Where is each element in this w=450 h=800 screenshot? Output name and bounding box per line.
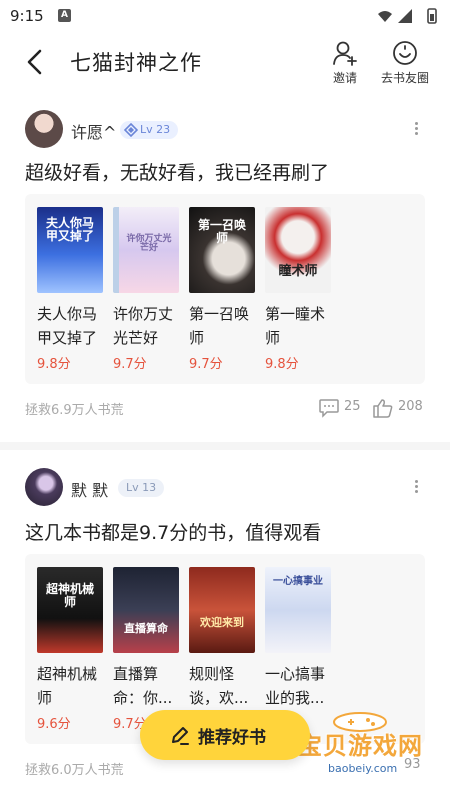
avatar[interactable] bbox=[25, 110, 63, 148]
invite-button[interactable]: 邀请 bbox=[315, 40, 375, 86]
book-score: 9.8分 bbox=[265, 357, 299, 372]
book-title: 超神机械师 bbox=[37, 665, 98, 707]
like-count: 208 bbox=[398, 399, 423, 414]
top-navigation-bar: 七猫封神之作 邀请 去书友圈 bbox=[0, 34, 450, 90]
cover-title: 第一召唤师 bbox=[197, 218, 246, 245]
recommend-book-button[interactable]: 推荐好书 bbox=[140, 710, 310, 760]
more-options-icon[interactable] bbox=[412, 120, 420, 140]
cover-title: 一心搞事业 bbox=[273, 576, 323, 587]
book-score: 9.7分 bbox=[189, 357, 223, 372]
back-arrow-icon[interactable] bbox=[22, 48, 48, 76]
system-status-icons bbox=[378, 8, 437, 24]
more-options-icon[interactable] bbox=[412, 478, 420, 498]
book-item[interactable]: 第一召唤师 第一召唤师 9.7分 bbox=[189, 207, 257, 372]
book-item[interactable]: 夫人你马甲又掉了 夫人你马甲又掉了 9.8分 bbox=[37, 207, 105, 372]
book-cover: 第一召唤师 bbox=[189, 207, 255, 293]
cover-title: 超神机械师 bbox=[45, 582, 94, 609]
pencil-icon bbox=[172, 727, 189, 745]
book-title: 规则怪谈，欢... bbox=[189, 665, 249, 707]
cover-title: 欢迎来到 bbox=[200, 616, 244, 629]
post-text: 超级好看，无敌好看，我已经再刷了 bbox=[25, 162, 330, 184]
username[interactable]: 默 默 bbox=[71, 477, 108, 501]
book-item[interactable]: 瞳术师 第一瞳术师 9.8分 bbox=[265, 207, 333, 372]
cover-title: 夫人你马甲又掉了 bbox=[45, 216, 94, 243]
watermark-url: baobeiy.com bbox=[324, 762, 402, 775]
post-card: 许愿^ Lv 23 超级好看，无敌好看，我已经再刷了 夫人你马甲又掉了 夫人你马… bbox=[0, 108, 450, 438]
recommend-book-label: 推荐好书 bbox=[198, 728, 266, 748]
rescue-count: 拯救6.0万人书荒 bbox=[25, 763, 124, 778]
book-item[interactable]: 一心搞事业 一心搞事业的我... bbox=[265, 567, 333, 713]
book-cover: 许你万丈光芒好 bbox=[113, 207, 179, 293]
level-text: Lv 23 bbox=[140, 123, 171, 136]
thumbs-up-icon bbox=[373, 399, 393, 418]
book-item[interactable]: 欢迎来到 规则怪谈，欢... bbox=[189, 567, 257, 713]
watermark-text: 宝贝游戏网 bbox=[298, 732, 423, 760]
avatar[interactable] bbox=[25, 468, 63, 506]
level-badge: Lv 13 bbox=[118, 479, 165, 497]
watermark-logo: 宝贝游戏网 baobeiy.com bbox=[290, 710, 430, 790]
book-circle-button[interactable]: 去书友圈 bbox=[375, 40, 435, 86]
book-title: 第一瞳术师 bbox=[265, 305, 326, 347]
divider bbox=[0, 442, 450, 450]
status-time: 9:15 bbox=[10, 7, 44, 25]
level-text: Lv 13 bbox=[126, 481, 157, 494]
book-cover: 直播算命 bbox=[113, 567, 179, 653]
book-item[interactable]: 直播算命 直播算命：你... 9.7分 bbox=[113, 567, 181, 732]
page-title: 七猫封神之作 bbox=[70, 51, 202, 75]
notification-app-icon: A bbox=[58, 9, 71, 22]
username[interactable]: 许愿^ bbox=[71, 119, 116, 143]
like-button[interactable]: 208 bbox=[372, 399, 423, 418]
book-cover: 夫人你马甲又掉了 bbox=[37, 207, 103, 293]
comment-icon bbox=[319, 399, 339, 418]
level-badge: Lv 23 bbox=[120, 121, 179, 139]
book-title: 许你万丈光芒好 bbox=[113, 305, 174, 347]
rescue-count: 拯救6.9万人书荒 bbox=[25, 403, 124, 418]
cover-title: 直播算命 bbox=[124, 622, 168, 635]
invite-label: 邀请 bbox=[332, 71, 357, 85]
comment-count: 25 bbox=[344, 399, 361, 414]
book-item[interactable]: 超神机械师 超神机械师 9.6分 bbox=[37, 567, 105, 732]
add-user-icon bbox=[333, 41, 357, 66]
book-list-card: 夫人你马甲又掉了 夫人你马甲又掉了 9.8分 许你万丈光芒好 许你万丈光芒好 9… bbox=[25, 194, 425, 384]
book-score: 9.6分 bbox=[37, 717, 71, 732]
book-circle-label: 去书友圈 bbox=[380, 71, 429, 85]
book-cover: 欢迎来到 bbox=[189, 567, 255, 653]
book-item[interactable]: 许你万丈光芒好 许你万丈光芒好 9.7分 bbox=[113, 207, 181, 372]
book-cover: 瞳术师 bbox=[265, 207, 331, 293]
smile-circle-icon bbox=[393, 41, 417, 65]
book-cover: 超神机械师 bbox=[37, 567, 103, 653]
book-cover: 一心搞事业 bbox=[265, 567, 331, 653]
book-title: 第一召唤师 bbox=[189, 305, 250, 347]
book-score: 9.7分 bbox=[113, 357, 147, 372]
book-title: 直播算命：你... bbox=[113, 665, 173, 707]
status-bar: 9:15 A bbox=[0, 0, 450, 34]
comment-button[interactable]: 25 bbox=[318, 399, 361, 418]
post-text: 这几本书都是9.7分的书，值得观看 bbox=[25, 522, 322, 544]
cover-title: 许你万丈光芒好 bbox=[126, 234, 172, 254]
book-title: 一心搞事业的我... bbox=[265, 665, 326, 707]
book-title: 夫人你马甲又掉了 bbox=[37, 305, 98, 347]
cover-title: 瞳术师 bbox=[278, 264, 318, 279]
book-score: 9.8分 bbox=[37, 357, 71, 372]
diamond-icon bbox=[124, 123, 138, 137]
